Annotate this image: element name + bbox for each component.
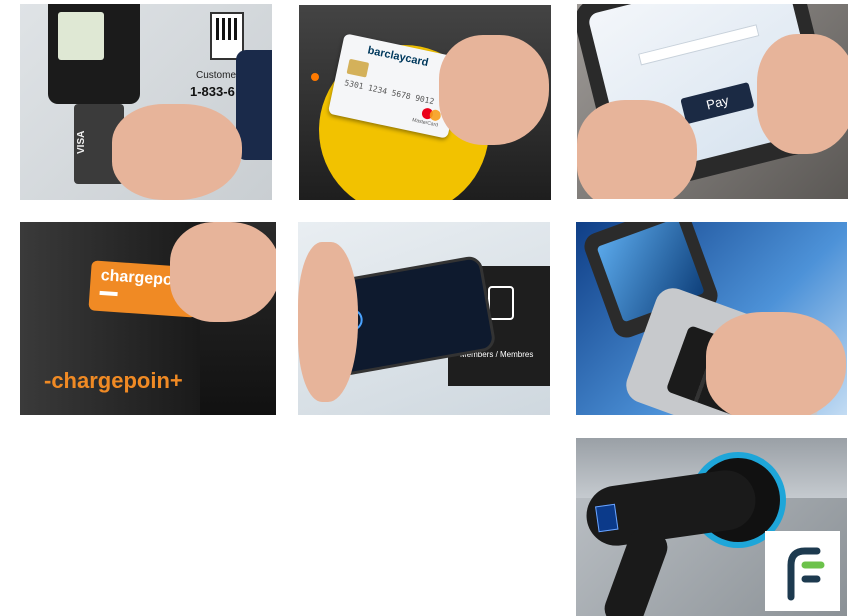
plug-indicator [595,503,619,533]
reader-led [311,73,319,81]
visa-card-label: VISA [76,130,87,154]
card-plus-mark [99,290,118,297]
hand [706,312,846,415]
card-number: 5301 1234 5678 9012 [343,78,436,107]
pay-button: Pay [680,82,755,125]
smartphone-pay-screen-photo: Pay [577,4,848,199]
right-hand [757,34,848,154]
chargepoint-style-logo-icon [765,531,840,611]
card-chip [346,58,370,78]
hand [298,242,358,402]
nfc-tap-icon [488,286,514,320]
flip-phone-dialing-photo [576,222,847,415]
hand [170,222,276,322]
left-hand [577,100,697,199]
phone-nfc-reader-photo: Members / Membres [298,222,550,415]
ev-charging-connector-photo [576,438,847,616]
form-field [638,24,760,66]
contactless-card-tap-photo: barclaycard 5301 1234 5678 9012 MasterCa… [299,5,551,200]
terminal-screen [58,12,104,60]
chargepoint-rfid-card-photo: chargepoin -chargepoin+ [20,222,276,415]
sign-phone-number: 1-833-6 [190,84,235,99]
logo-graphic [787,547,825,601]
payment-terminal-card-insert-photo: VISA Customer As 1-833-6 [20,4,272,200]
hand [112,104,242,200]
station-brand-logo: -chargepoin+ [44,368,183,393]
pay-button-label: Pay [704,92,731,113]
hand [439,35,549,145]
